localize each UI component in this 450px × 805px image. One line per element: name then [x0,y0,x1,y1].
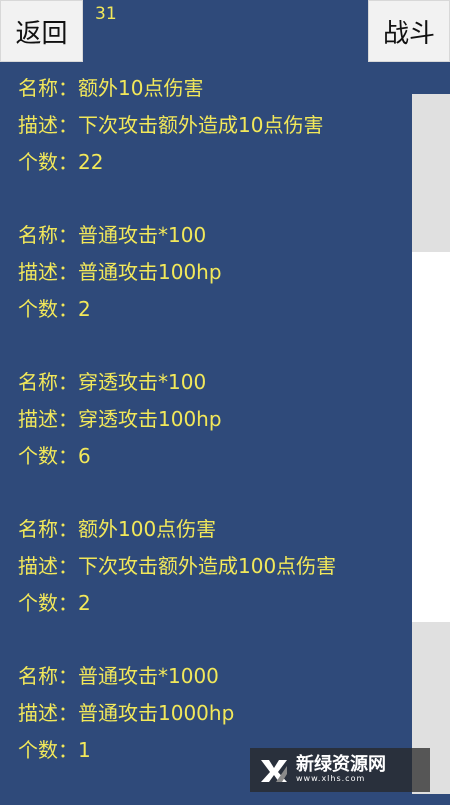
count-value: 2 [78,297,91,321]
scrollbar[interactable] [412,94,450,794]
watermark-logo-icon [261,760,287,782]
count-label: 个数： [18,297,78,321]
desc-row: 描述：穿透攻击100hp [0,401,412,438]
desc-label: 描述： [18,113,78,137]
watermark-url: www.xlhs.com [296,774,366,784]
count-value: 2 [78,591,91,615]
name-label: 名称： [18,370,78,394]
desc-value: 穿透攻击100hp [78,407,222,431]
name-row: 名称：普通攻击*100 [0,217,412,254]
desc-value: 普通攻击100hp [78,260,222,284]
count-value: 6 [78,444,91,468]
count-row: 个数：6 [0,438,412,475]
count-label: 个数： [18,738,78,762]
desc-value: 下次攻击额外造成10点伤害 [78,113,324,137]
count-row: 个数：2 [0,585,412,622]
watermark-title: 新绿资源网 [296,754,386,776]
name-label: 名称： [18,223,78,247]
desc-label: 描述： [18,260,78,284]
list-item[interactable]: 名称：普通攻击*100 描述：普通攻击100hp 个数：2 [0,217,412,364]
scrollbar-thumb-top[interactable] [412,94,450,252]
desc-label: 描述： [18,701,78,725]
name-value: 普通攻击*1000 [78,664,219,688]
name-row: 名称：额外10点伤害 [0,70,412,107]
count-value: 1 [78,738,91,762]
count-value: 22 [78,150,104,174]
name-value: 普通攻击*100 [78,223,207,247]
name-row: 名称：穿透攻击*100 [0,364,412,401]
count-label: 个数： [18,150,78,174]
count-row: 个数：22 [0,144,412,181]
fight-button[interactable]: 战斗 [368,0,450,62]
list-item[interactable]: 名称：穿透攻击*100 描述：穿透攻击100hp 个数：6 [0,364,412,511]
desc-value: 普通攻击1000hp [78,701,235,725]
name-row: 名称：额外100点伤害 [0,511,412,548]
item-list: 名称：额外10点伤害 描述：下次攻击额外造成10点伤害 个数：22 名称：普通攻… [0,70,412,805]
desc-row: 描述：下次攻击额外造成100点伤害 [0,548,412,585]
name-label: 名称： [18,76,78,100]
watermark-text: 新绿资源网 www.xlhs.com [296,754,386,784]
name-label: 名称： [18,664,78,688]
name-value: 额外100点伤害 [78,517,217,541]
name-label: 名称： [18,517,78,541]
desc-row: 描述：普通攻击1000hp [0,695,412,732]
back-button[interactable]: 返回 [0,0,83,62]
desc-label: 描述： [18,407,78,431]
list-item[interactable]: 名称：额外100点伤害 描述：下次攻击额外造成100点伤害 个数：2 [0,511,412,658]
name-value: 穿透攻击*100 [78,370,207,394]
desc-label: 描述： [18,554,78,578]
desc-row: 描述：下次攻击额外造成10点伤害 [0,107,412,144]
list-item[interactable]: 名称：额外10点伤害 描述：下次攻击额外造成10点伤害 个数：22 [0,70,412,217]
name-value: 额外10点伤害 [78,76,204,100]
count-row: 个数：2 [0,291,412,328]
watermark: 新绿资源网 www.xlhs.com [250,748,430,792]
count-label: 个数： [18,591,78,615]
desc-row: 描述：普通攻击100hp [0,254,412,291]
desc-value: 下次攻击额外造成100点伤害 [78,554,337,578]
count-label: 个数： [18,444,78,468]
name-row: 名称：普通攻击*1000 [0,658,412,695]
counter-value: 31 [95,4,117,24]
